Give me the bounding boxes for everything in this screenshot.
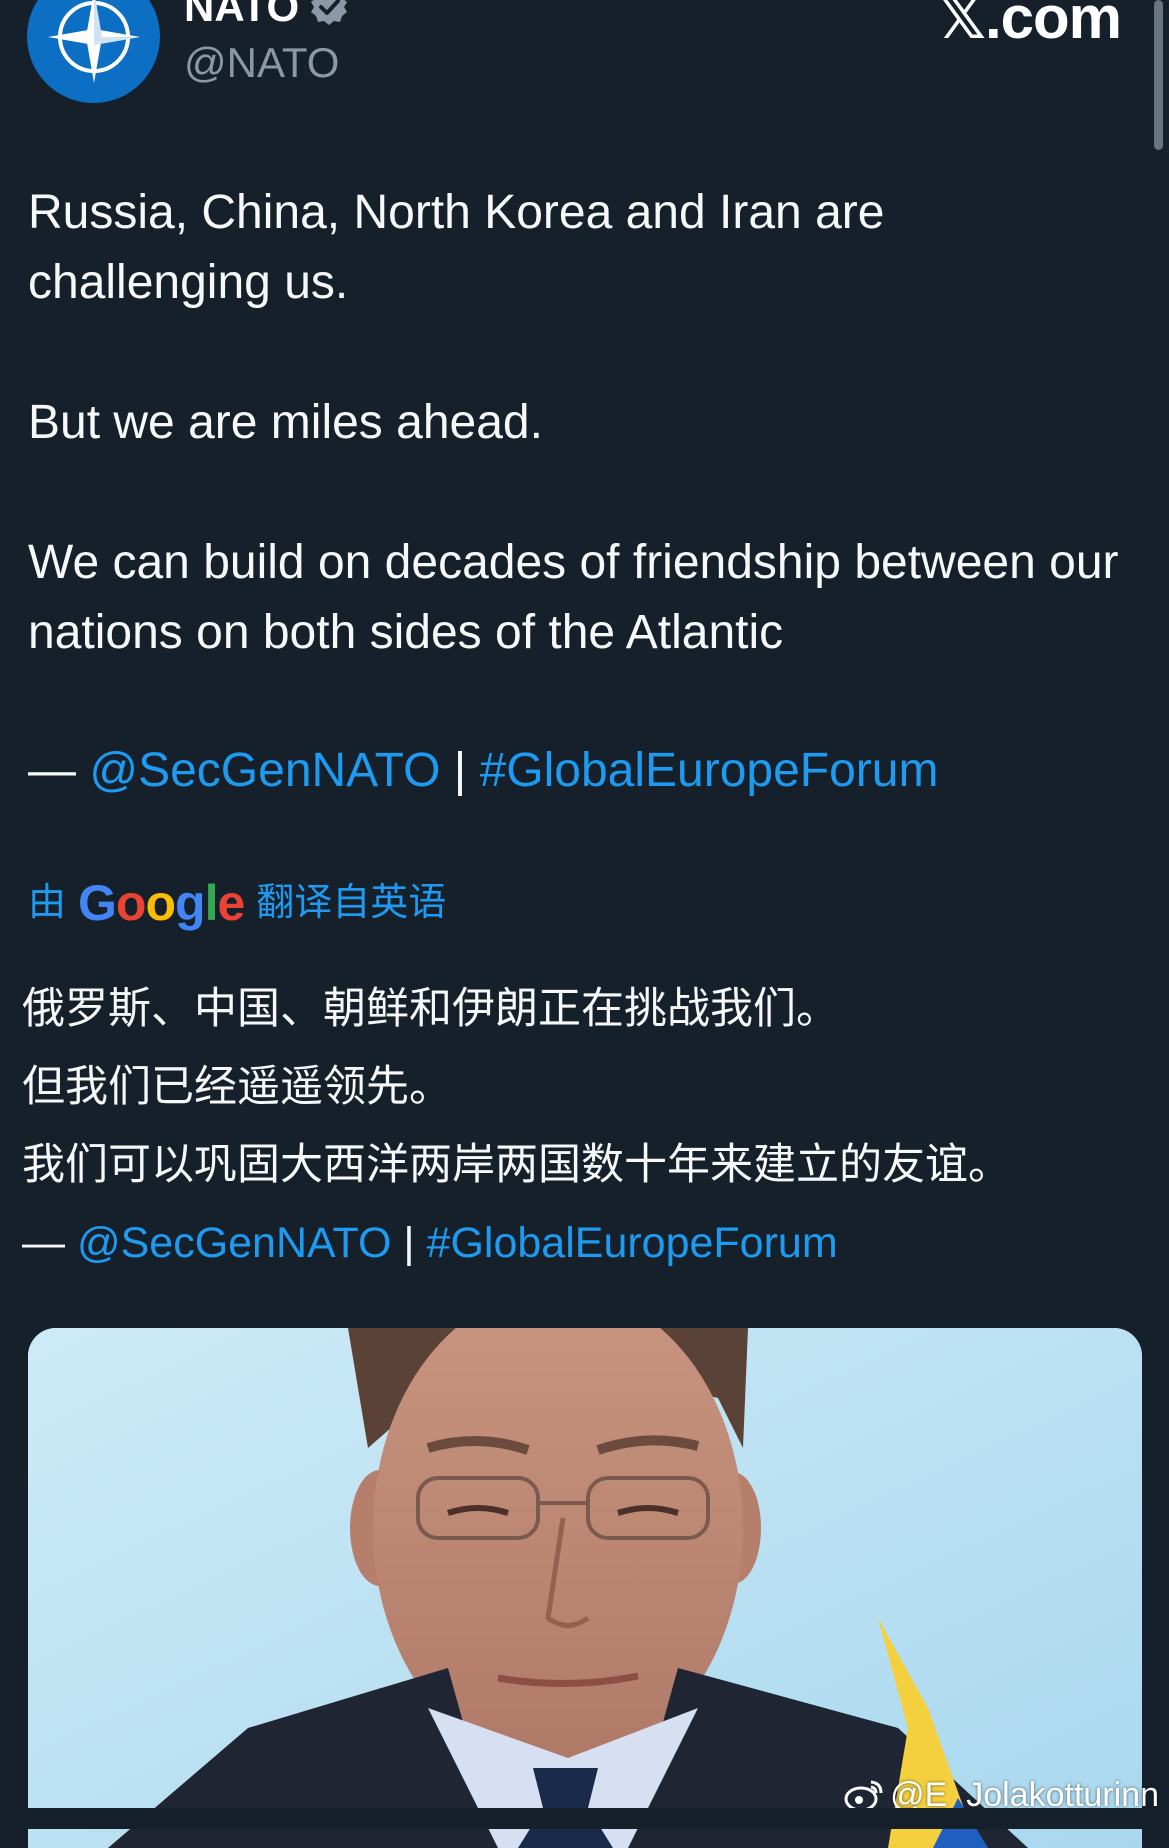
scrollbar[interactable]: [1154, 0, 1163, 150]
verified-badge-icon: [311, 0, 348, 25]
credit-separator: |: [440, 744, 480, 797]
watermark: @E_Jolakotturinn: [844, 1778, 1159, 1812]
brand-logo: 𝕏.com: [937, 0, 1122, 51]
display-name-row[interactable]: NATO: [184, 0, 349, 28]
translation-line-1: 俄罗斯、中国、朝鲜和伊朗正在挑战我们。: [22, 985, 839, 1033]
tweet-paragraph-1: Russia, China, North Korea and Iran are …: [28, 186, 885, 309]
tweet-paragraph-3: We can build on decades of friendship be…: [28, 536, 1119, 659]
tweet-body: Russia, China, North Korea and Iran are …: [28, 178, 1138, 806]
nato-compass-star-icon: [47, 0, 140, 83]
translation-hashtag-link[interactable]: #GlobalEuropeForum: [427, 1219, 838, 1267]
watermark-text: @E_Jolakotturinn: [890, 1776, 1159, 1814]
translation-credit-prefix: —: [22, 1219, 77, 1267]
mention-link[interactable]: @SecGenNATO: [89, 744, 440, 797]
translated-by-prefix: 由: [28, 882, 67, 924]
tweet-credit-line: — @SecGenNATO | #GlobalEuropeForum: [28, 736, 1138, 806]
translation-mention-link[interactable]: @SecGenNATO: [77, 1219, 392, 1267]
tweet-paragraph-2: But we are miles ahead.: [28, 396, 543, 449]
tweet-page: NATO @NATO 𝕏.com Russia, China, North Ko…: [0, 0, 1169, 1848]
credit-prefix: —: [28, 744, 90, 797]
media-video[interactable]: [28, 1328, 1142, 1848]
translated-by-suffix: 翻译自英语: [256, 882, 447, 924]
weibo-icon: [844, 1780, 883, 1812]
avatar[interactable]: [27, 0, 160, 103]
translation-line-2: 但我们已经遥遥领先。: [22, 1063, 452, 1111]
user-handle[interactable]: @NATO: [184, 39, 339, 86]
hashtag-link[interactable]: #GlobalEuropeForum: [480, 744, 939, 797]
translated-text: 俄罗斯、中国、朝鲜和伊朗正在挑战我们。 但我们已经遥遥领先。 我们可以巩固大西洋…: [22, 970, 1142, 1282]
translation-line-3: 我们可以巩固大西洋两岸两国数十年来建立的友谊。: [22, 1141, 1011, 1189]
translation-credit-line: — @SecGenNATO | #GlobalEuropeForum: [22, 1204, 1142, 1282]
translated-by[interactable]: 由 Google 翻译自英语: [28, 878, 446, 928]
bottom-bar: [0, 1808, 1169, 1829]
google-logo: Google: [78, 875, 245, 931]
video-frame: [28, 1328, 1142, 1848]
display-name[interactable]: NATO: [184, 0, 299, 28]
translation-credit-separator: |: [391, 1219, 427, 1267]
